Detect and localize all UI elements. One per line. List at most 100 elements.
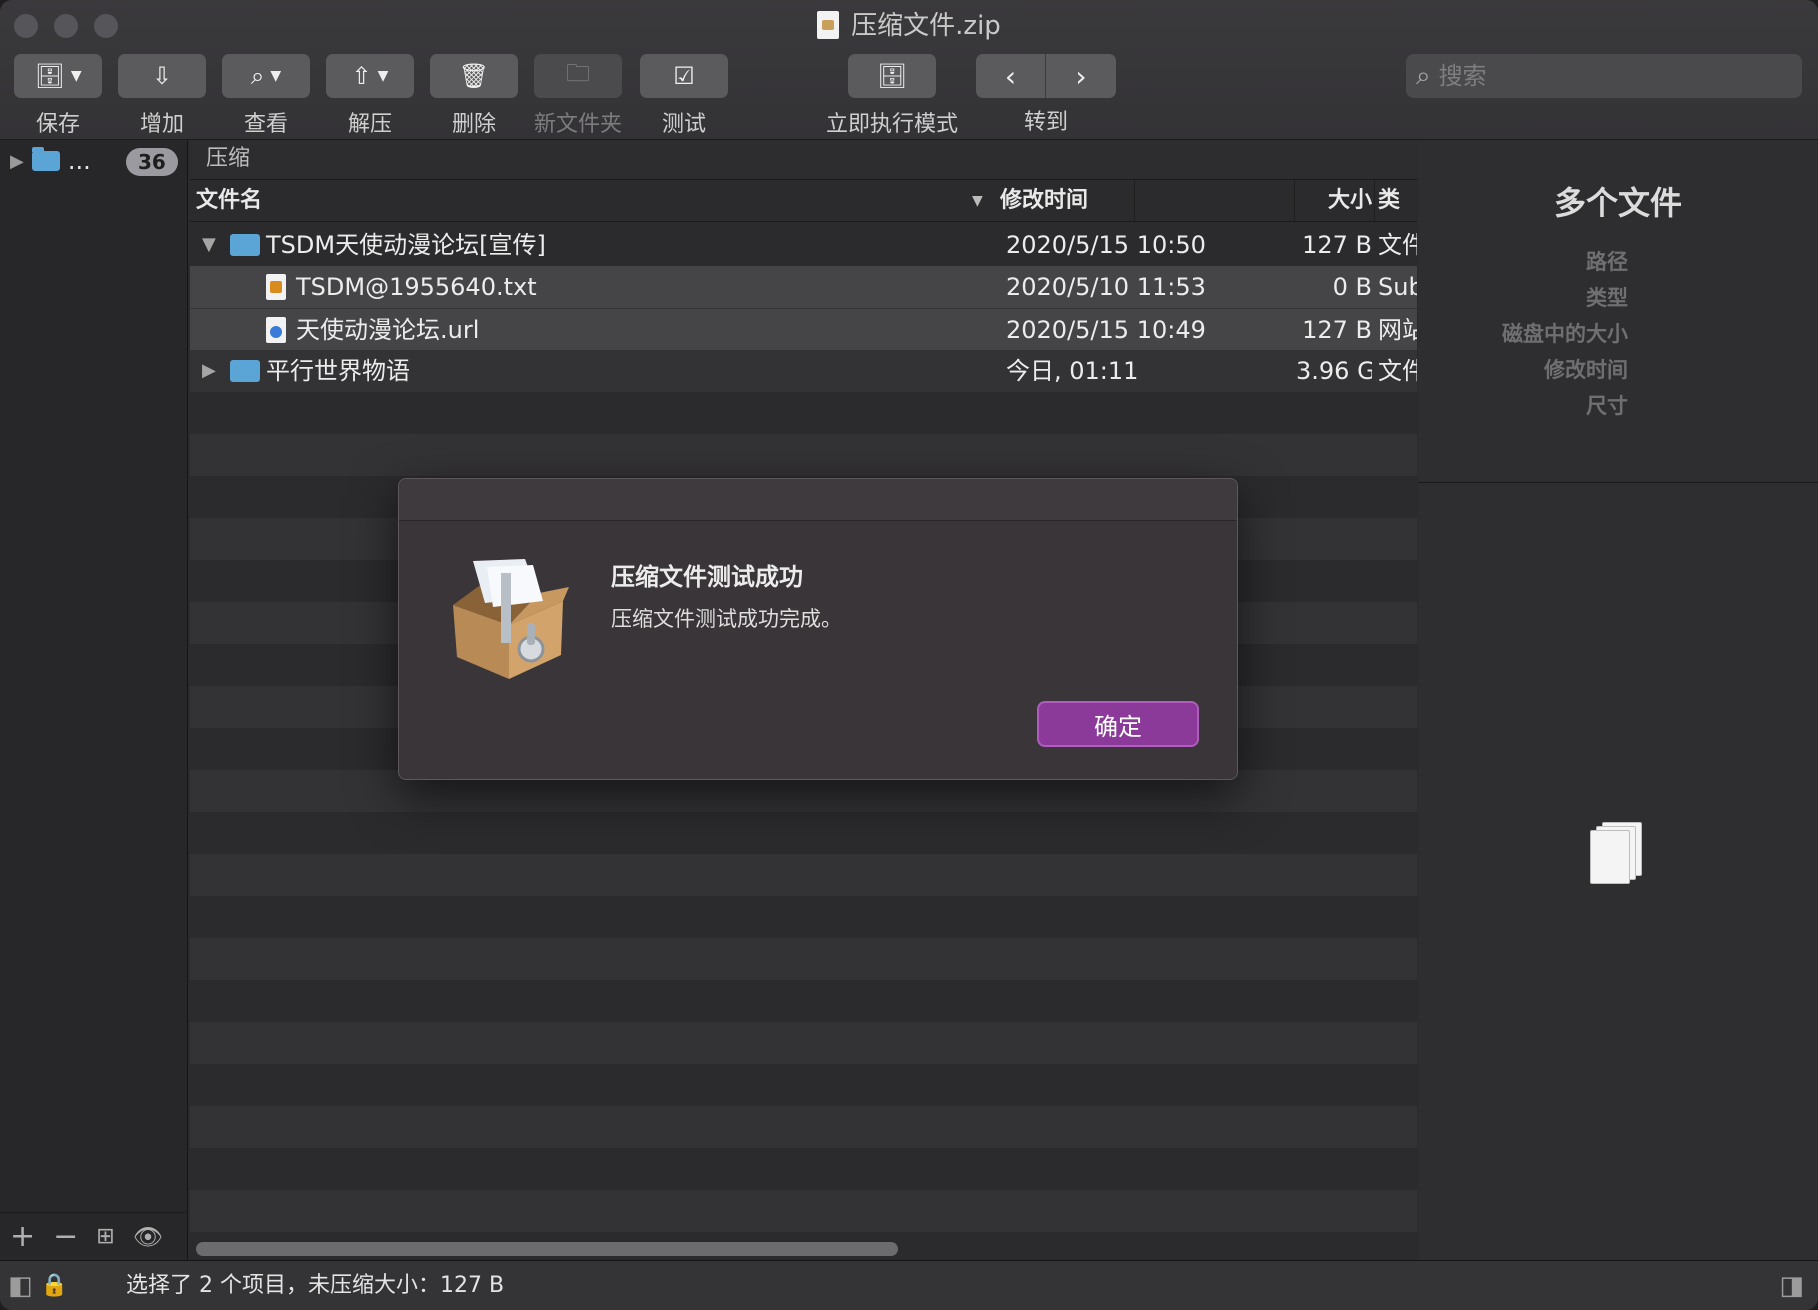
info-panel: 多个文件 路径 类型 磁盘中的大小 修改时间 尺寸 — [1418, 140, 1818, 1260]
sidebar-item-label: ... — [67, 147, 91, 175]
view-button[interactable]: ⌕ ▼ — [222, 54, 310, 98]
file-modified: 今日, 01:11 — [1006, 357, 1139, 385]
archive-lock-icon: 🗄 — [876, 62, 908, 90]
column-kind[interactable]: 类型 — [1378, 180, 1417, 222]
table-row[interactable]: ▶ 平行世界物语 今日, 01:11 3.96 GB 文件 — [190, 350, 1417, 392]
disclosure-open-icon[interactable]: ▼ — [202, 224, 216, 266]
column-size[interactable]: 大小 — [1296, 180, 1372, 222]
file-kind: Sub — [1378, 273, 1417, 301]
test-label: 测试 — [661, 112, 706, 137]
file-name: 天使动漫论坛.url — [296, 316, 480, 344]
view-tool[interactable]: ⌕ ▼ 查看 — [222, 54, 310, 138]
delete-tool[interactable]: 🗑 删除 — [430, 54, 518, 138]
path-bar: 压缩 — [190, 140, 1417, 180]
immediate-mode-label: 立即执行模式 — [826, 112, 959, 137]
file-size: 127 B — [1302, 231, 1372, 259]
chevron-down-icon: ▼ — [70, 68, 82, 84]
extract-icon: ⇧ — [351, 62, 372, 90]
ok-button[interactable]: 确定 — [1037, 701, 1199, 747]
sort-chevron-icon[interactable]: ▼ — [972, 180, 983, 222]
file-modified: 2020/5/15 10:50 — [1006, 231, 1206, 259]
item-count-badge: 36 — [126, 148, 178, 176]
chevron-down-icon: ▼ — [270, 68, 282, 84]
dialog-title: 压缩文件测试成功 — [611, 563, 803, 591]
file-kind: 文件 — [1378, 357, 1417, 385]
folder-icon — [31, 147, 60, 171]
file-kind: 网站 — [1378, 316, 1417, 344]
new-folder-tool[interactable]: 🗀 新文件夹 — [534, 54, 622, 138]
search-field[interactable]: ⌕ — [1406, 54, 1802, 98]
search-input[interactable] — [1438, 62, 1779, 90]
info-disk-size-label: 磁盘中的大小 — [1502, 322, 1628, 346]
goto-label: 转到 — [1023, 110, 1068, 135]
extract-tool[interactable]: ⇧ ▼ 解压 — [326, 54, 414, 138]
horizontal-scrollbar[interactable] — [196, 1242, 898, 1256]
file-modified: 2020/5/10 11:53 — [1006, 273, 1206, 301]
column-name[interactable]: 文件名 — [196, 180, 262, 222]
immediate-mode-button[interactable]: 🗄 — [848, 54, 936, 98]
minus-icon[interactable]: − — [53, 1219, 78, 1254]
delete-button[interactable]: 🗑 — [430, 54, 518, 98]
file-size: 127 B — [1302, 316, 1372, 344]
new-folder-button[interactable]: 🗀 — [534, 54, 622, 98]
chevron-left-icon: ‹ — [1004, 59, 1017, 93]
chevron-right-icon: › — [1075, 59, 1087, 93]
table-row[interactable]: 天使动漫论坛.url 2020/5/15 10:49 127 B 网站 — [190, 308, 1417, 350]
text-file-icon — [266, 274, 286, 300]
extract-button[interactable]: ⇧ ▼ — [326, 54, 414, 98]
test-tool[interactable]: ☑ 测试 — [640, 54, 728, 138]
sidebar-item-root[interactable]: ▶ ... — [10, 144, 91, 178]
file-kind: 文件 — [1378, 231, 1417, 259]
test-success-dialog: 压缩文件测试成功 压缩文件测试成功完成。 确定 — [398, 478, 1238, 780]
multiple-documents-icon — [1590, 822, 1650, 884]
file-name: TSDM@1955640.txt — [296, 273, 537, 301]
web-link-icon — [266, 317, 286, 343]
file-modified: 2020/5/15 10:49 — [1006, 316, 1206, 344]
info-modified-label: 修改时间 — [1544, 358, 1628, 382]
disclosure-triangle-icon[interactable]: ▶ — [10, 151, 24, 172]
back-button[interactable]: ‹ — [976, 54, 1046, 98]
lock-icon[interactable]: 🔒 — [41, 1273, 68, 1298]
file-size: 0 B — [1332, 273, 1372, 301]
toggle-sidebar-icon[interactable]: ◧ — [8, 1271, 33, 1301]
toggle-info-panel-icon[interactable]: ◨ — [1779, 1261, 1804, 1310]
navigation-buttons: ‹ › — [976, 54, 1116, 98]
dialog-message: 压缩文件测试成功完成。 — [611, 607, 842, 631]
info-path-label: 路径 — [1586, 250, 1628, 274]
sidebar-actions: + − ⊞ 👁 — [0, 1212, 188, 1260]
add-tool[interactable]: ⇩ 增加 — [118, 54, 206, 138]
test-button[interactable]: ☑ — [640, 54, 728, 98]
add-button[interactable]: ⇩ — [118, 54, 206, 98]
save-button[interactable]: 🗄 ▼ — [14, 54, 102, 98]
info-meta-labels: 路径 类型 磁盘中的大小 修改时间 尺寸 — [1418, 244, 1628, 424]
archive-save-icon: 🗄 — [34, 62, 65, 90]
folder-icon — [230, 234, 260, 256]
status-bar: ◧ 🔒 选择了 2 个项目，未压缩大小：127 B ◨ — [0, 1260, 1818, 1310]
save-tool[interactable]: 🗄 ▼ 保存 — [14, 54, 102, 138]
archive-window: 压缩文件.zip 🗄 ▼ 保存 ⇩ 增加 ⌕ ▼ 查看 ⇧ ▼ 解压 🗑 删除 🗀 新… — [0, 0, 1818, 1310]
plus-icon[interactable]: + — [10, 1219, 35, 1254]
folder-icon — [230, 360, 260, 382]
immediate-mode-tool[interactable]: 🗄 立即执行模式 — [826, 54, 958, 138]
trash-icon: 🗑 — [458, 62, 490, 90]
add-label: 增加 — [139, 112, 184, 137]
file-name: 平行世界物语 — [266, 357, 410, 385]
new-folder-icon: 🗀 — [566, 58, 590, 87]
table-row[interactable]: ▼ TSDM天使动漫论坛[宣传] 2020/5/15 10:50 127 B 文… — [190, 224, 1417, 266]
eye-icon[interactable]: 👁 — [133, 1223, 163, 1251]
forward-button[interactable]: › — [1046, 54, 1116, 98]
column-modified[interactable]: 修改时间 — [1000, 180, 1088, 222]
window-title: 压缩文件.zip — [0, 8, 1818, 44]
extract-label: 解压 — [347, 112, 392, 137]
delete-label: 删除 — [451, 112, 496, 137]
hierarchy-icon[interactable]: ⊞ — [96, 1224, 114, 1249]
save-label: 保存 — [35, 112, 80, 137]
table-row[interactable]: TSDM@1955640.txt 2020/5/10 11:53 0 B Sub — [190, 266, 1417, 308]
disclosure-closed-icon[interactable]: ▶ — [202, 350, 216, 392]
toolbar: 压缩文件.zip 🗄 ▼ 保存 ⇩ 增加 ⌕ ▼ 查看 ⇧ ▼ 解压 🗑 删除 🗀 新… — [0, 0, 1818, 140]
chevron-down-icon: ▼ — [377, 68, 389, 84]
sidebar: ▶ ... 36 + − ⊞ 👁 — [0, 140, 188, 1260]
quicklook-icon: ⌕ — [250, 62, 265, 90]
status-text: 选择了 2 个项目，未压缩大小：127 B — [126, 1273, 505, 1298]
new-folder-label: 新文件夹 — [534, 112, 623, 137]
